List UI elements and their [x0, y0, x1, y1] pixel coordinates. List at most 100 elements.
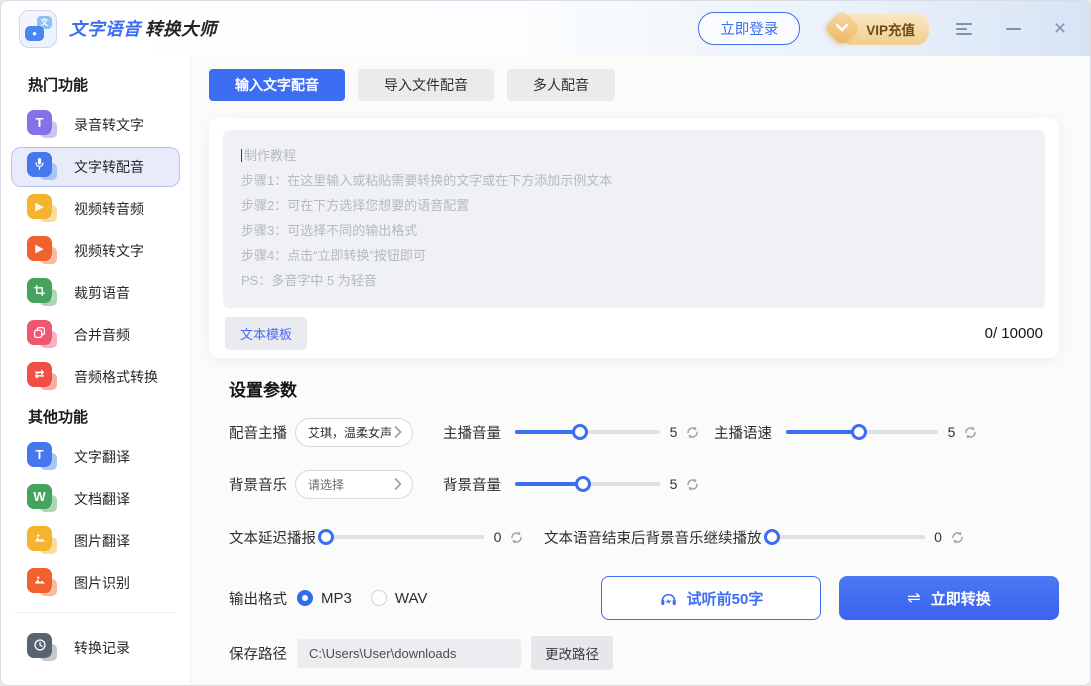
- chevron-right-icon: [394, 478, 402, 490]
- app-title: 文字语音转换大师: [69, 16, 217, 41]
- voice-anchor-select[interactable]: 艾琪，温柔女声: [295, 418, 413, 447]
- sidebar-item-image-recognition[interactable]: 图片识别: [11, 563, 180, 603]
- sidebar-item-label: 视频转音频: [74, 199, 144, 219]
- sidebar-item-merge-audio[interactable]: 合并音频: [11, 315, 180, 355]
- login-button[interactable]: 立即登录: [698, 12, 800, 45]
- slider-thumb[interactable]: [575, 476, 591, 492]
- bgm-continue-slider[interactable]: [768, 535, 925, 539]
- settings-row-voice: 配音主播 艾琪，温柔女声 主播音量 5 主播语速: [229, 414, 1059, 450]
- radio-selected-icon[interactable]: [297, 590, 313, 606]
- sidebar-item-conversion-history[interactable]: ⇄ 转换记录: [11, 628, 180, 668]
- close-icon[interactable]: ×: [1050, 19, 1070, 39]
- tab-import-file-dubbing[interactable]: 导入文件配音: [358, 69, 494, 101]
- sidebar-item-record-to-text[interactable]: T 录音转文字: [11, 105, 180, 145]
- text-t-icon: T: [27, 110, 60, 141]
- radio-mp3-label: MP3: [321, 590, 352, 607]
- microphone-icon: T: [27, 152, 60, 183]
- bgm-volume-slider[interactable]: [515, 482, 660, 486]
- slider-thumb[interactable]: [851, 424, 867, 440]
- sidebar-item-trim-audio[interactable]: 裁剪语音: [11, 273, 180, 313]
- char-counter: 0/ 10000: [985, 325, 1043, 342]
- sidebar-item-label: 图片翻译: [74, 531, 130, 551]
- settings-row-save-path: 保存路径 更改路径: [229, 638, 1059, 668]
- convert-button[interactable]: ⇌ 立即转换: [839, 576, 1059, 620]
- history-clock-icon: ⇄: [27, 633, 60, 664]
- sidebar-item-image-translate[interactable]: 图片翻译: [11, 521, 180, 561]
- sidebar-item-label: 文字转配音: [74, 157, 144, 177]
- radio-wav-label: WAV: [395, 590, 428, 607]
- radio-wav[interactable]: WAV: [371, 590, 428, 607]
- radio-unselected-icon[interactable]: [371, 590, 387, 606]
- preview-button[interactable]: 试听前50字: [601, 576, 821, 620]
- slider-thumb[interactable]: [764, 529, 780, 545]
- sidebar: 热门功能 T 录音转文字 T 文字转配音 ▶: [1, 56, 191, 685]
- change-path-button[interactable]: 更改路径: [531, 636, 613, 670]
- chevron-right-icon: [394, 426, 402, 438]
- anchor-volume-slider[interactable]: [515, 430, 660, 434]
- voice-anchor-value: 艾琪，温柔女声: [308, 424, 392, 441]
- sidebar-item-text-translate[interactable]: T 文字翻译: [11, 437, 180, 477]
- crop-icon: [27, 278, 60, 309]
- titlebar-actions: 立即登录 VIP充值 ×: [698, 12, 1070, 45]
- bgm-continue-value: 0: [934, 529, 943, 545]
- settings-row-format: 输出格式 MP3 WAV 试听前50字: [229, 576, 1059, 620]
- vip-recharge-button[interactable]: VIP充值: [844, 13, 929, 45]
- placeholder-line: 步骤2：可在下方选择您想要的语音配置: [241, 193, 1027, 218]
- text-input-area[interactable]: 制作教程 步骤1：在这里输入或粘贴需要转换的文字或在下方添加示例文本 步骤2：可…: [223, 130, 1045, 308]
- main-panel: 输入文字配音 导入文件配音 多人配音 制作教程 步骤1：在这里输入或粘贴需要转换…: [191, 56, 1090, 685]
- app-logo-icon: ● 文: [19, 10, 57, 48]
- convert-button-label: 立即转换: [931, 588, 991, 609]
- sidebar-item-label: 视频转文字: [74, 241, 144, 261]
- sidebar-item-text-to-speech[interactable]: T 文字转配音: [11, 147, 180, 187]
- sidebar-item-audio-format-convert[interactable]: ⇄ 音频格式转换: [11, 357, 180, 397]
- bgm-select[interactable]: 请选择: [295, 470, 413, 499]
- reset-icon[interactable]: [950, 530, 965, 545]
- placeholder-line: 步骤4：点击“立即转换”按钮即可: [241, 243, 1027, 268]
- settings-title: 设置参数: [229, 376, 1059, 401]
- settings-row-bgm: 背景音乐 请选择 背景音量 5: [229, 466, 1059, 502]
- video-play-icon: ▶: [27, 194, 60, 225]
- sidebar-item-video-to-text[interactable]: ▶ 视频转文字: [11, 231, 180, 271]
- reset-icon[interactable]: [509, 530, 524, 545]
- anchor-speed-slider[interactable]: [786, 430, 938, 434]
- anchor-volume-label: 主播音量: [443, 422, 501, 443]
- text-template-button[interactable]: 文本模板: [225, 317, 307, 350]
- tab-bar: 输入文字配音 导入文件配音 多人配音: [209, 69, 1059, 101]
- placeholder-line: 制作教程: [241, 143, 1027, 168]
- sidebar-item-label: 图片识别: [74, 573, 130, 593]
- delay-value: 0: [493, 529, 502, 545]
- tab-multi-voice-dubbing[interactable]: 多人配音: [507, 69, 615, 101]
- video-play-icon: ▶: [27, 236, 60, 267]
- titlebar: ● 文 文字语音转换大师 立即登录 VIP充值 ×: [1, 1, 1090, 56]
- app-title-highlight: 文字语音: [69, 19, 141, 39]
- slider-thumb[interactable]: [318, 529, 334, 545]
- sidebar-item-label: 合并音频: [74, 325, 130, 345]
- format-radio-group: MP3 WAV: [297, 590, 427, 607]
- delay-slider[interactable]: [322, 535, 484, 539]
- bgm-volume-value: 5: [669, 476, 678, 492]
- sidebar-item-video-to-audio[interactable]: ▶ 视频转音频: [11, 189, 180, 229]
- editor-card: 制作教程 步骤1：在这里输入或粘贴需要转换的文字或在下方添加示例文本 步骤2：可…: [209, 118, 1059, 358]
- speech-bubble-mic-icon: ●: [25, 26, 44, 41]
- reset-icon[interactable]: [963, 425, 978, 440]
- sidebar-item-doc-translate[interactable]: W 文档翻译: [11, 479, 180, 519]
- sidebar-item-label: 录音转文字: [74, 115, 144, 135]
- sidebar-item-label: 文档翻译: [74, 489, 130, 509]
- sidebar-item-label: 文字翻译: [74, 447, 130, 467]
- image-icon: [27, 526, 60, 557]
- editor-footer: 文本模板 0/ 10000: [223, 308, 1045, 350]
- radio-mp3[interactable]: MP3: [297, 590, 352, 607]
- minimize-icon[interactable]: [1003, 19, 1023, 39]
- reset-icon[interactable]: [685, 425, 700, 440]
- slider-thumb[interactable]: [572, 424, 588, 440]
- placeholder-line: PS：多音字中 5 为轻音: [241, 268, 1027, 293]
- save-path-input[interactable]: [297, 639, 521, 668]
- menu-icon[interactable]: [956, 19, 976, 39]
- settings-section: 设置参数 配音主播 艾琪，温柔女声 主播音量 5: [209, 376, 1059, 668]
- image-icon: [27, 568, 60, 599]
- reset-icon[interactable]: [685, 477, 700, 492]
- tab-input-text-dubbing[interactable]: 输入文字配音: [209, 69, 345, 101]
- bgm-volume-label: 背景音量: [443, 474, 501, 495]
- swap-arrows-icon: ⇄: [27, 362, 60, 393]
- vip-crown-icon: [825, 11, 859, 45]
